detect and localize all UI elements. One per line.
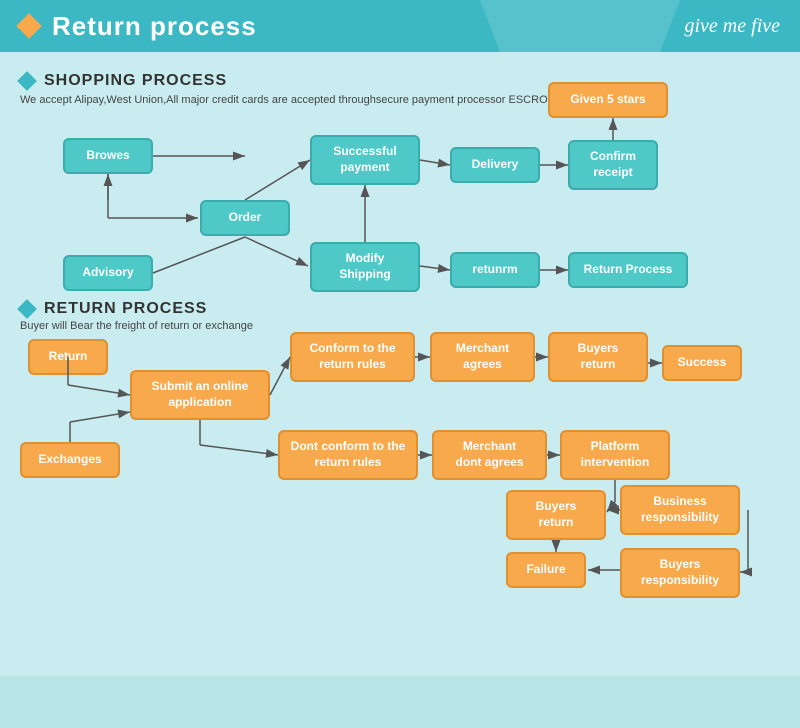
failure-box: Failure: [506, 552, 586, 588]
buyers-return-2-box: Buyersreturn: [506, 490, 606, 540]
main-content: SHOPPING PROCESS We accept Alipay,West U…: [0, 52, 800, 676]
buyers-responsibility-box: Buyersresponsibility: [620, 548, 740, 598]
brand-text: give me five: [685, 15, 781, 38]
return-diamond-icon: [17, 299, 37, 319]
modify-shipping-box: Modify Shipping: [310, 242, 420, 292]
business-responsibility-box: Businessresponsibility: [620, 485, 740, 535]
shopping-diamond-icon: [17, 71, 37, 91]
return-description: Buyer will Bear the freight of return or…: [20, 320, 253, 332]
successful-payment-box: Successful payment: [310, 135, 420, 185]
exchanges-box: Exchanges: [20, 442, 120, 478]
success-box: Success: [662, 345, 742, 381]
delivery-box: Delivery: [450, 147, 540, 183]
return-process-box: Return Process: [568, 252, 688, 288]
advisory-box: Advisory: [63, 255, 153, 291]
browes-box: Browes: [63, 138, 153, 174]
given-5-stars-box: Given 5 stars: [548, 82, 668, 118]
merchant-dont-agrees-box: Merchantdont agrees: [432, 430, 547, 480]
conform-rules-box: Conform to thereturn rules: [290, 332, 415, 382]
confirm-receipt-box: Confirm receipt: [568, 140, 658, 190]
header-diamond-icon: [16, 13, 41, 38]
page-title: Return process: [52, 11, 257, 42]
buyers-return-1-box: Buyersreturn: [548, 332, 648, 382]
order-box: Order: [200, 200, 290, 236]
return-section-header: RETURN PROCESS: [20, 300, 207, 318]
return-btn-box: Return: [28, 339, 108, 375]
submit-online-box: Submit an onlineapplication: [130, 370, 270, 420]
shopping-title: SHOPPING PROCESS: [44, 72, 227, 90]
return-title: RETURN PROCESS: [44, 300, 207, 318]
merchant-agrees-box: Merchantagrees: [430, 332, 535, 382]
page-header: Return process give me five: [0, 0, 800, 52]
platform-intervention-box: Platformintervention: [560, 430, 670, 480]
returnm-box: retunrm: [450, 252, 540, 288]
dont-conform-rules-box: Dont conform to thereturn rules: [278, 430, 418, 480]
